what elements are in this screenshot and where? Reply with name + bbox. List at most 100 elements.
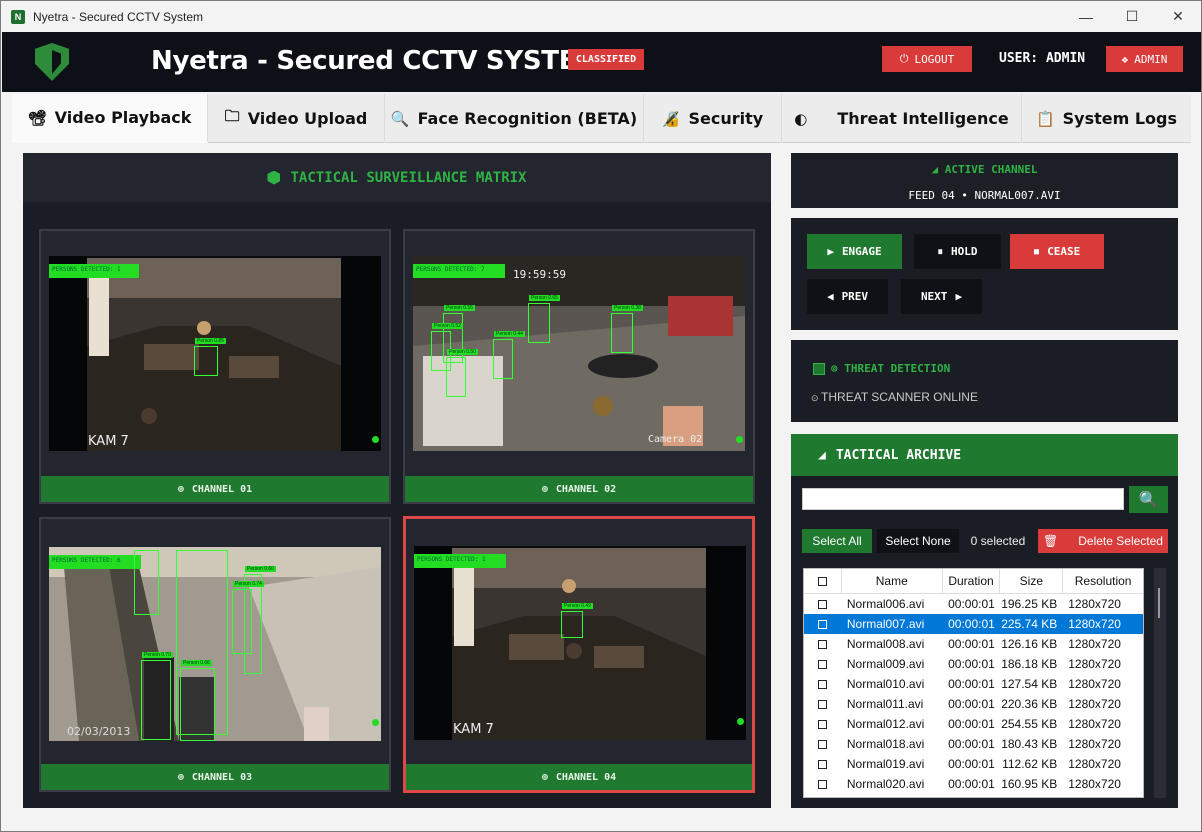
row-checkbox[interactable]: [818, 659, 828, 669]
row-checkbox[interactable]: [818, 739, 828, 749]
file-name-cell: Normal019.avi: [846, 757, 925, 771]
close-button[interactable]: ✕: [1155, 1, 1201, 32]
table-row[interactable]: Normal012.avi 00:00:01 254.55 KB 1280x720: [804, 714, 1143, 734]
row-checkbox-cell[interactable]: [804, 599, 842, 609]
cease-button[interactable]: ⏹ CEASE: [1010, 234, 1104, 269]
channel-02-cell[interactable]: PERSONS DETECTED: 7 19:59:59 Person 0.55…: [403, 229, 755, 504]
matrix-title: TACTICAL SURVEILLANCE MATRIX: [290, 169, 527, 186]
row-checkbox-cell[interactable]: [804, 679, 842, 689]
radar-icon: ⊚: [831, 362, 845, 375]
row-checkbox-cell[interactable]: [804, 779, 842, 789]
table-row[interactable]: Normal020.avi 00:00:01 160.95 KB 1280x720: [804, 774, 1143, 794]
detection-box: Person 0.66: [180, 660, 215, 741]
channel-02-feed[interactable]: PERSONS DETECTED: 7 19:59:59 Person 0.55…: [413, 256, 745, 451]
size-cell: 225.74 KB: [1001, 617, 1058, 631]
column-header-size[interactable]: Size: [1000, 569, 1064, 594]
tab-label: System Logs: [1062, 109, 1178, 128]
tab-face-recognition[interactable]: 🔍 Face Recognition (BETA): [385, 94, 644, 143]
row-checkbox[interactable]: [818, 599, 828, 609]
tab-threat-intelligence[interactable]: ◐ Threat Intelligence: [782, 94, 1022, 143]
clipboard-icon: 📋: [1035, 109, 1055, 128]
logout-button[interactable]: ⏻ LOGOUT: [882, 46, 972, 72]
row-checkbox-cell[interactable]: [804, 699, 842, 709]
threat-detection-checkbox[interactable]: [813, 363, 825, 375]
logout-label: LOGOUT: [914, 52, 955, 66]
camera-overlay-text: Camera 02: [648, 434, 703, 445]
header-checkbox[interactable]: [817, 576, 827, 586]
column-header-name[interactable]: Name: [842, 569, 943, 594]
file-name-cell: Normal020.avi: [846, 777, 925, 791]
size-cell: 196.25 KB: [1001, 597, 1058, 611]
table-row[interactable]: Normal019.avi 00:00:01 112.62 KB 1280x720: [804, 754, 1143, 774]
row-checkbox[interactable]: [818, 759, 828, 769]
table-row[interactable]: Normal018.avi 00:00:01 180.43 KB 1280x720: [804, 734, 1143, 754]
row-checkbox-cell[interactable]: [804, 719, 842, 729]
row-checkbox[interactable]: [818, 699, 828, 709]
tab-security[interactable]: 🔏 Security: [644, 94, 782, 143]
table-row[interactable]: Normal006.avi 00:00:01 196.25 KB 1280x720: [804, 594, 1143, 614]
scrollbar-thumb[interactable]: [1158, 588, 1160, 618]
archive-search-input[interactable]: [802, 488, 1124, 510]
tab-video-playback[interactable]: 📽 Video Playback: [12, 94, 208, 143]
row-checkbox[interactable]: [818, 679, 828, 689]
tab-label: Video Playback: [54, 108, 192, 127]
select-all-button[interactable]: Select All: [802, 529, 872, 553]
duration-cell: 00:00:01: [948, 677, 995, 691]
channel-01-feed[interactable]: PERSONS DETECTED: 1 Person 0.85 KAM 7: [49, 256, 381, 451]
tab-video-upload[interactable]: 🗀 Video Upload: [208, 94, 385, 143]
table-row[interactable]: Normal011.avi 00:00:01 220.36 KB 1280x720: [804, 694, 1143, 714]
row-checkbox-cell[interactable]: [804, 659, 842, 669]
row-checkbox-cell[interactable]: [804, 619, 842, 629]
persons-detected-label: PERSONS DETECTED: 1: [414, 554, 506, 568]
next-button[interactable]: NEXT ▶: [901, 279, 982, 314]
restaurant-scene-image: [414, 546, 746, 740]
row-checkbox[interactable]: [818, 779, 828, 789]
table-row[interactable]: Normal007.avi 00:00:01 225.74 KB 1280x720: [804, 614, 1143, 634]
column-header-resolution[interactable]: Resolution: [1063, 569, 1143, 594]
resolution-cell: 1280x720: [1068, 757, 1121, 771]
size-cell: 186.18 KB: [1001, 657, 1058, 671]
tab-label: Face Recognition (BETA): [417, 109, 638, 128]
tab-system-logs[interactable]: 📋 System Logs: [1022, 94, 1191, 143]
minimize-button[interactable]: —: [1063, 1, 1109, 32]
channel-03-cell[interactable]: PERSONS DETECTED: 6 Person 0.60 Person 0…: [39, 517, 391, 792]
channel-01-cell[interactable]: PERSONS DETECTED: 1 Person 0.85 KAM 7 ⊕ …: [39, 229, 391, 504]
row-checkbox[interactable]: [818, 619, 828, 629]
table-row[interactable]: Normal008.avi 00:00:01 126.16 KB 1280x720: [804, 634, 1143, 654]
admin-button[interactable]: ❖ ADMIN: [1106, 46, 1183, 72]
channel-label: CHANNEL 02: [555, 483, 617, 495]
table-row[interactable]: Normal009.avi 00:00:01 186.18 KB 1280x720: [804, 654, 1143, 674]
archive-scrollbar[interactable]: [1154, 568, 1166, 798]
resolution-cell: 1280x720: [1068, 777, 1121, 791]
duration-cell: 00:00:01: [948, 617, 995, 631]
hexagon-icon: [267, 170, 281, 185]
header-checkbox-cell[interactable]: [804, 569, 842, 594]
row-checkbox-cell[interactable]: [804, 759, 842, 769]
prev-button[interactable]: ◀ PREV: [807, 279, 888, 314]
crosshair-icon: ⊕: [541, 771, 548, 783]
maximize-button[interactable]: ☐: [1109, 1, 1155, 32]
channel-03-label-bar: ⊕ CHANNEL 03: [41, 764, 389, 790]
table-header-row: Name Duration Size Resolution: [804, 569, 1143, 594]
channel-03-feed[interactable]: PERSONS DETECTED: 6 Person 0.60 Person 0…: [49, 547, 381, 741]
tab-bar: 📽 Video Playback 🗀 Video Upload 🔍 Face R…: [12, 94, 1191, 143]
row-checkbox-cell[interactable]: [804, 639, 842, 649]
column-header-duration[interactable]: Duration: [943, 569, 1001, 594]
row-checkbox-cell[interactable]: [804, 739, 842, 749]
duration-cell: 00:00:01: [948, 737, 995, 751]
detection-box: [134, 550, 159, 615]
table-row[interactable]: Normal010.avi 00:00:01 127.54 KB 1280x720: [804, 674, 1143, 694]
timestamp-overlay: 19:59:59: [513, 268, 566, 281]
detection-box: Person 0.49: [561, 603, 593, 638]
row-checkbox[interactable]: [818, 719, 828, 729]
date-overlay-text: 02/03/2013: [67, 725, 131, 738]
channel-04-cell[interactable]: PERSONS DETECTED: 1 Person 0.49 KAM 7 ⊕ …: [403, 516, 755, 793]
hold-button[interactable]: ⏸ HOLD: [914, 234, 1001, 269]
engage-button[interactable]: ▶ ENGAGE: [807, 234, 902, 269]
delete-selected-button[interactable]: 🗑 Delete Selected: [1038, 529, 1168, 553]
channel-04-feed[interactable]: PERSONS DETECTED: 1 Person 0.49 KAM 7: [414, 546, 746, 740]
select-none-button[interactable]: Select None: [877, 529, 959, 553]
row-checkbox[interactable]: [818, 639, 828, 649]
diamond-icon: ❖: [1121, 52, 1129, 66]
search-button[interactable]: 🔍: [1129, 486, 1168, 513]
